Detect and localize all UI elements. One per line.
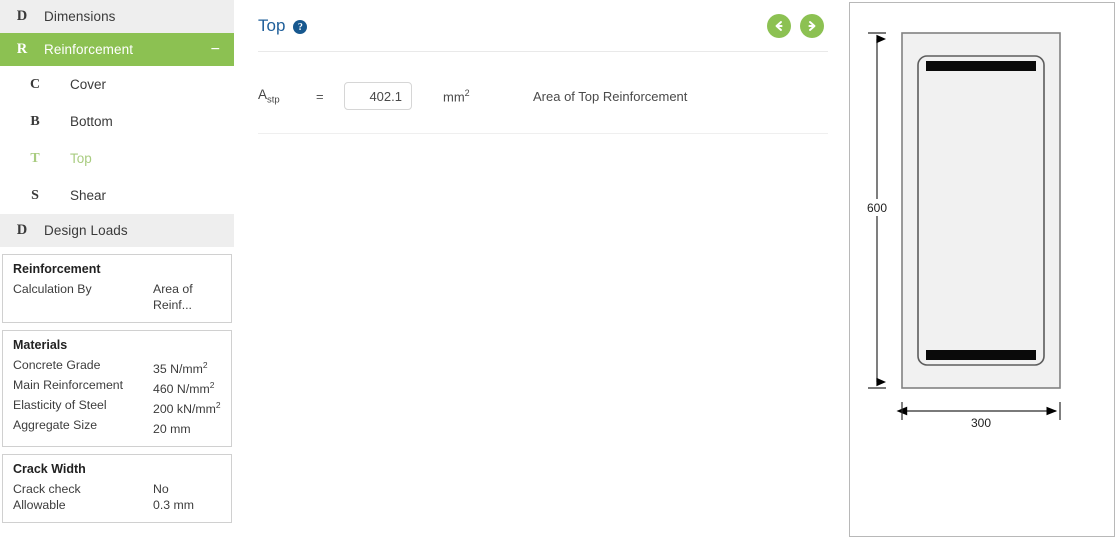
sidebar-item-shear[interactable]: S Shear (0, 177, 234, 214)
sidebar-section-dimensions[interactable]: D Dimensions (0, 0, 234, 33)
area-top-reinforcement-input[interactable] (344, 82, 412, 110)
sidebar-item-label: Shear (70, 188, 107, 203)
summary-panel-materials: Materials Concrete Grade 35 N/mm2 Main R… (2, 330, 232, 448)
summary-panel-crack-width: Crack Width Crack check No Allowable 0.3… (2, 454, 232, 524)
panel-row-key: Elasticity of Steel (13, 398, 107, 413)
design-loads-letter-icon: D (16, 222, 28, 238)
sidebar-item-cover[interactable]: C Cover (0, 66, 234, 103)
panel-row-key: Crack check (13, 482, 81, 497)
sidebar-item-top[interactable]: T Top (0, 140, 234, 177)
sidebar-section-design-loads[interactable]: D Design Loads (0, 214, 234, 247)
panel-row: Main Reinforcement 460 N/mm2 (13, 377, 221, 397)
bottom-letter-icon: B (30, 113, 40, 129)
panel-row: Concrete Grade 35 N/mm2 (13, 357, 221, 377)
sidebar-item-label: Top (70, 151, 92, 166)
panel-row-value: 35 N/mm2 (153, 360, 208, 377)
panel-title: Materials (13, 338, 68, 352)
sidebar-section-label: Design Loads (44, 223, 128, 238)
previous-page-button[interactable] (767, 14, 791, 38)
panel-title: Crack Width (13, 462, 86, 477)
content-header: Top ? (234, 0, 840, 52)
dimensions-letter-icon: D (16, 8, 28, 24)
field-equals-sign: = (316, 88, 324, 104)
depth-dimension-label: 600 (867, 201, 887, 215)
panel-title: Reinforcement (13, 262, 101, 276)
reinforcement-letter-icon: R (16, 41, 28, 57)
sidebar-section-label: Dimensions (44, 9, 116, 24)
panel-row: Crack check No (13, 481, 221, 497)
sidebar-item-label: Cover (70, 77, 107, 92)
summary-panel-reinforcement: Reinforcement Calculation By Area of Rei… (2, 254, 232, 323)
panel-row: Calculation By Area of Reinf... (13, 281, 221, 313)
main-content: Top ? Astp = 402.1 mm2 Area of Top Reinf… (234, 0, 840, 540)
panel-row-key: Allowable (13, 498, 66, 513)
field-divider (258, 133, 828, 134)
next-page-button[interactable] (800, 14, 824, 38)
panel-row-key: Main Reinforcement (13, 378, 124, 393)
sidebar-section-reinforcement[interactable]: R Reinforcement − (0, 33, 234, 66)
panel-row-key: Concrete Grade (13, 358, 101, 372)
sidebar-item-bottom[interactable]: B Bottom (0, 103, 234, 140)
header-divider (258, 51, 828, 52)
page-title: Top (258, 16, 286, 35)
area-of-top-reinforcement-row: Astp = mm2 Area of Top Reinforcement (234, 74, 840, 118)
panel-row: Aggregate Size 20 mm (13, 417, 221, 437)
help-icon[interactable]: ? (293, 20, 308, 34)
panel-row-value: 460 N/mm2 (153, 380, 215, 397)
cover-letter-icon: C (29, 76, 41, 92)
sidebar: D Dimensions R Reinforcement − C Cover B… (0, 0, 234, 540)
panel-row-value: Area of Reinf... (153, 282, 193, 312)
application-window: D Dimensions R Reinforcement − C Cover B… (0, 0, 1118, 540)
panel-row: Elasticity of Steel 200 kN/mm2 (13, 397, 221, 417)
panel-row-value: 200 kN/mm2 (153, 400, 221, 417)
panel-row-key: Calculation By (13, 282, 92, 296)
width-dimension-label: 300 (971, 416, 991, 430)
panel-row: Allowable 0.3 mm (13, 497, 221, 513)
top-rebar (926, 61, 1036, 71)
bottom-rebar (926, 350, 1036, 360)
sidebar-item-label: Bottom (70, 114, 113, 129)
sidebar-section-label: Reinforcement (44, 42, 134, 57)
beam-section-diagram: 600 300 (849, 2, 1115, 537)
cross-section-drawing: 600 300 (862, 32, 1061, 430)
pager-controls (767, 14, 824, 38)
field-description: Area of Top Reinforcement (533, 88, 688, 104)
shear-letter-icon: S (31, 187, 39, 203)
collapse-minus-icon[interactable]: − (211, 41, 220, 58)
field-symbol: Astp (258, 86, 280, 106)
panel-row-value: 0.3 mm (153, 498, 194, 513)
field-unit: mm2 (443, 87, 470, 105)
top-letter-icon: T (30, 150, 40, 166)
panel-row-value: 20 mm (153, 422, 191, 437)
panel-row-value: No (153, 482, 169, 497)
panel-row-key: Aggregate Size (13, 418, 98, 433)
